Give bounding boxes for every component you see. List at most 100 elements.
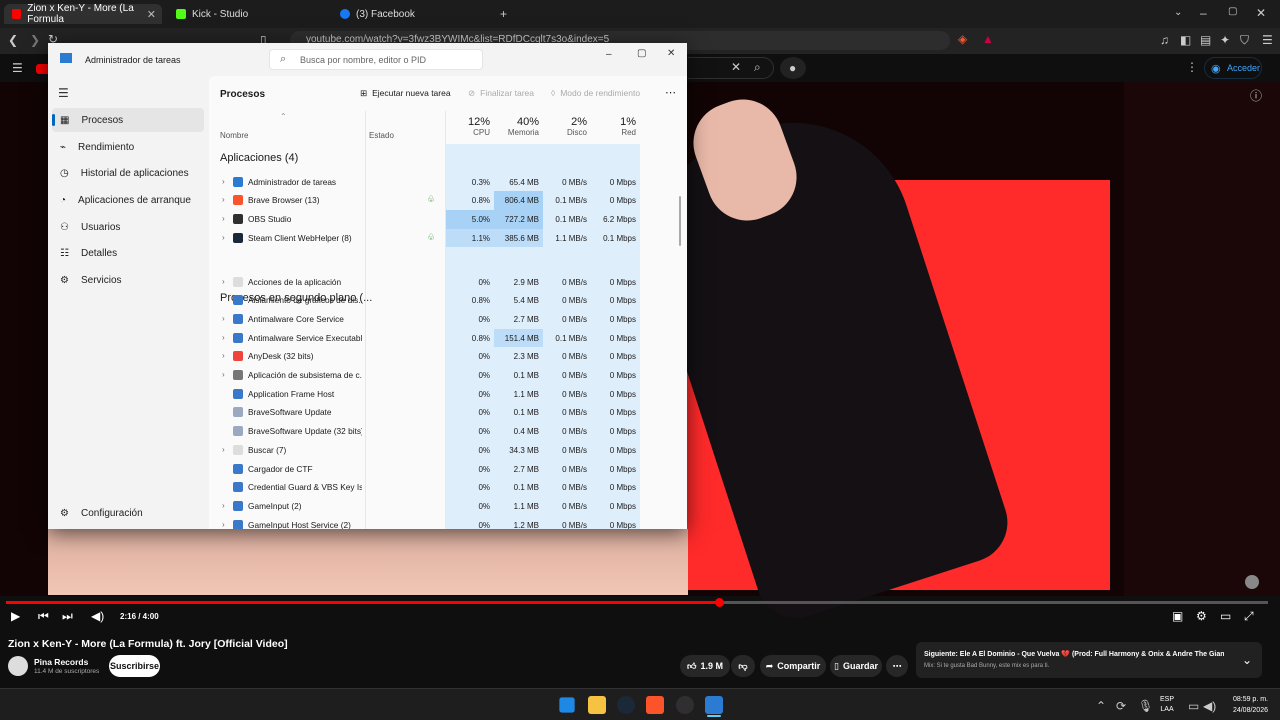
nav-toggle-icon[interactable]: ☰: [58, 86, 69, 100]
info-icon[interactable]: ⓘ: [1250, 90, 1262, 102]
menu-icon[interactable]: ☰: [1262, 34, 1273, 46]
brave-rewards-icon[interactable]: ▲: [982, 33, 994, 45]
hamburger-icon[interactable]: ☰: [12, 62, 23, 74]
channel-name[interactable]: Pina Records: [34, 657, 88, 667]
brave-shields-icon[interactable]: ◈: [958, 33, 967, 45]
table-row[interactable]: › Antimalware Core Service 0% 2.7 MB 0 MB/s 0…: [209, 310, 639, 329]
brave-icon[interactable]: [646, 696, 664, 714]
previous-icon[interactable]: ⏮: [38, 610, 49, 622]
leo-icon[interactable]: ✦: [1220, 34, 1230, 46]
speaker-icon[interactable]: ◀): [1203, 700, 1216, 712]
table-row[interactable]: Aislamiento de gráficos de dis... 0.8% 5.4…: [209, 291, 639, 310]
next-icon[interactable]: ⏭: [62, 610, 73, 622]
table-row[interactable]: › Administrador de tareas 0.3% 65.4 MB 0 MB/…: [209, 173, 639, 192]
nav-services[interactable]: ⚙ Servicios: [52, 268, 204, 292]
volume-icon[interactable]: ◀): [91, 610, 104, 622]
channel-avatar[interactable]: [8, 656, 28, 676]
nav-processes[interactable]: ▦ Procesos: [52, 108, 204, 132]
share-button[interactable]: ➦ Compartir: [760, 655, 826, 677]
table-row[interactable]: BraveSoftware Update 0% 0.1 MB 0 MB/s 0 Mbps: [209, 403, 639, 422]
more-actions-button[interactable]: ⋯: [886, 655, 908, 677]
sync-icon[interactable]: ⟳: [1116, 700, 1126, 712]
expand-chevron-icon[interactable]: ›: [222, 351, 225, 360]
expand-chevron-icon[interactable]: ›: [222, 314, 225, 323]
subscribe-button[interactable]: Suscribirse: [109, 655, 160, 677]
start-icon[interactable]: [559, 697, 575, 713]
nav-details[interactable]: ☷ Detalles: [52, 241, 204, 265]
new-tab-icon[interactable]: +: [500, 8, 507, 20]
tab-facebook[interactable]: (3) Facebook: [332, 4, 492, 24]
nav-app-history[interactable]: ◷ Historial de aplicaciones: [52, 161, 204, 185]
tab-youtube[interactable]: Zion x Ken-Y - More (La Formula ✕: [4, 3, 162, 25]
save-button[interactable]: ▯ Guardar: [830, 655, 882, 677]
task-manager-icon[interactable]: [705, 696, 723, 714]
close-window-icon[interactable]: ✕: [1256, 7, 1266, 19]
maximize-icon[interactable]: ▢: [1228, 7, 1237, 17]
table-row[interactable]: › OBS Studio 5.0% 727.2 MB 0.1 MB/s 6.2 Mbps: [209, 209, 639, 229]
table-row[interactable]: Application Frame Host 0% 1.1 MB 0 MB/s 0 Mb…: [209, 385, 639, 404]
expand-chevron-icon[interactable]: ›: [222, 370, 225, 379]
minimize-icon[interactable]: –: [1200, 7, 1207, 19]
maximize-icon[interactable]: ▢: [637, 48, 646, 59]
expand-icon[interactable]: ⌄: [1242, 654, 1252, 666]
search-field[interactable]: ⌕ Busca por nombre, editor o PID: [269, 49, 483, 70]
language-indicator[interactable]: ESP LAA: [1160, 695, 1174, 715]
clear-search-icon[interactable]: ✕: [731, 61, 741, 73]
tab-search-icon[interactable]: ⌄: [1174, 8, 1182, 18]
expand-chevron-icon[interactable]: ›: [222, 277, 225, 286]
table-row[interactable]: › Steam Client WebHelper (8) ♧ 1.1% 385.6 MB…: [209, 228, 639, 248]
obs-icon[interactable]: [676, 696, 694, 714]
expand-chevron-icon[interactable]: ›: [222, 195, 225, 204]
table-row[interactable]: › GameInput (2) 0% 1.1 MB 0 MB/s 0 Mbps: [209, 497, 639, 516]
close-tab-icon[interactable]: ✕: [147, 8, 156, 21]
tab-kick[interactable]: Kick - Studio: [168, 4, 328, 24]
table-row[interactable]: › Acciones de la aplicación 0% 2.9 MB 0 MB/s…: [209, 273, 639, 292]
group-apps[interactable]: Aplicaciones (4): [220, 152, 298, 164]
table-row[interactable]: Cargador de CTF 0% 2.7 MB 0 MB/s 0 Mbps: [209, 460, 639, 479]
scrollbar[interactable]: [679, 196, 681, 246]
microphone-icon[interactable]: 🎙︎: [1138, 700, 1153, 712]
close-icon[interactable]: ✕: [667, 48, 675, 59]
table-row[interactable]: › Brave Browser (13) ♧ 0.8% 806.4 MB 0.1 MB/s…: [209, 191, 639, 210]
expand-chevron-icon[interactable]: ›: [222, 333, 225, 342]
channel-watermark-icon[interactable]: [1245, 575, 1259, 589]
expand-chevron-icon[interactable]: ›: [222, 177, 225, 186]
expand-chevron-icon[interactable]: ›: [222, 233, 225, 242]
expand-chevron-icon[interactable]: ›: [222, 445, 225, 454]
table-row[interactable]: BraveSoftware Update (32 bits) 0% 0.4 MB 0 …: [209, 422, 639, 441]
fullscreen-icon[interactable]: ⤢: [1244, 610, 1254, 622]
network-icon[interactable]: ▭: [1188, 700, 1199, 712]
dislike-button[interactable]: 👎︎: [731, 655, 755, 677]
clock[interactable]: 08:59 p. m. 24/08/2026: [1222, 694, 1268, 716]
more-options-icon[interactable]: ⋮: [1186, 61, 1198, 73]
back-icon[interactable]: ❮: [8, 34, 18, 46]
up-next-card[interactable]: Siguiente: Ele A El Dominio - Que Vuelva…: [916, 642, 1262, 678]
theater-icon[interactable]: ▭: [1220, 610, 1231, 622]
settings-icon[interactable]: ⚙: [1196, 610, 1207, 622]
expand-chevron-icon[interactable]: ›: [222, 214, 225, 223]
voice-search-button[interactable]: ●: [780, 57, 806, 79]
forward-icon[interactable]: ❯: [30, 34, 40, 46]
subtitles-icon[interactable]: ▣: [1172, 610, 1183, 622]
expand-chevron-icon[interactable]: ›: [222, 520, 225, 529]
search-icon[interactable]: ⌕: [754, 61, 761, 73]
table-row[interactable]: › Antimalware Service Executable 0.8% 151.4…: [209, 328, 639, 348]
file-explorer-icon[interactable]: [588, 696, 606, 714]
play-icon[interactable]: ▶: [11, 610, 20, 622]
tray-overflow-icon[interactable]: ⌃: [1096, 700, 1106, 712]
nav-performance[interactable]: ⌁ Rendimiento: [52, 135, 204, 159]
table-row[interactable]: › GameInput Host Service (2) 0% 1.2 MB 0 MB/…: [209, 516, 639, 529]
media-icon[interactable]: ♫: [1160, 34, 1169, 46]
nav-settings[interactable]: ⚙ Configuración: [52, 501, 204, 525]
table-row[interactable]: › Aplicación de subsistema de c... 0% 0.1 M…: [209, 366, 639, 385]
table-row[interactable]: Credential Guard & VBS Key Is... 0% 0.1 MB…: [209, 478, 639, 497]
nav-startup-apps[interactable]: ◔ Aplicaciones de arranque: [52, 188, 204, 212]
vpn-icon[interactable]: ⛉: [1240, 34, 1249, 46]
like-button[interactable]: 👍︎ 1.9 M: [680, 655, 730, 677]
table-row[interactable]: › Buscar (7) 0% 34.3 MB 0 MB/s 0 Mbps: [209, 441, 639, 460]
steam-icon[interactable]: [617, 696, 635, 714]
table-row[interactable]: › AnyDesk (32 bits) 0% 2.3 MB 0 MB/s 0 Mbps: [209, 347, 639, 366]
wallet-icon[interactable]: ▤: [1200, 34, 1211, 46]
minimize-icon[interactable]: –: [606, 49, 612, 60]
sidebar-icon[interactable]: ◧: [1180, 34, 1191, 46]
